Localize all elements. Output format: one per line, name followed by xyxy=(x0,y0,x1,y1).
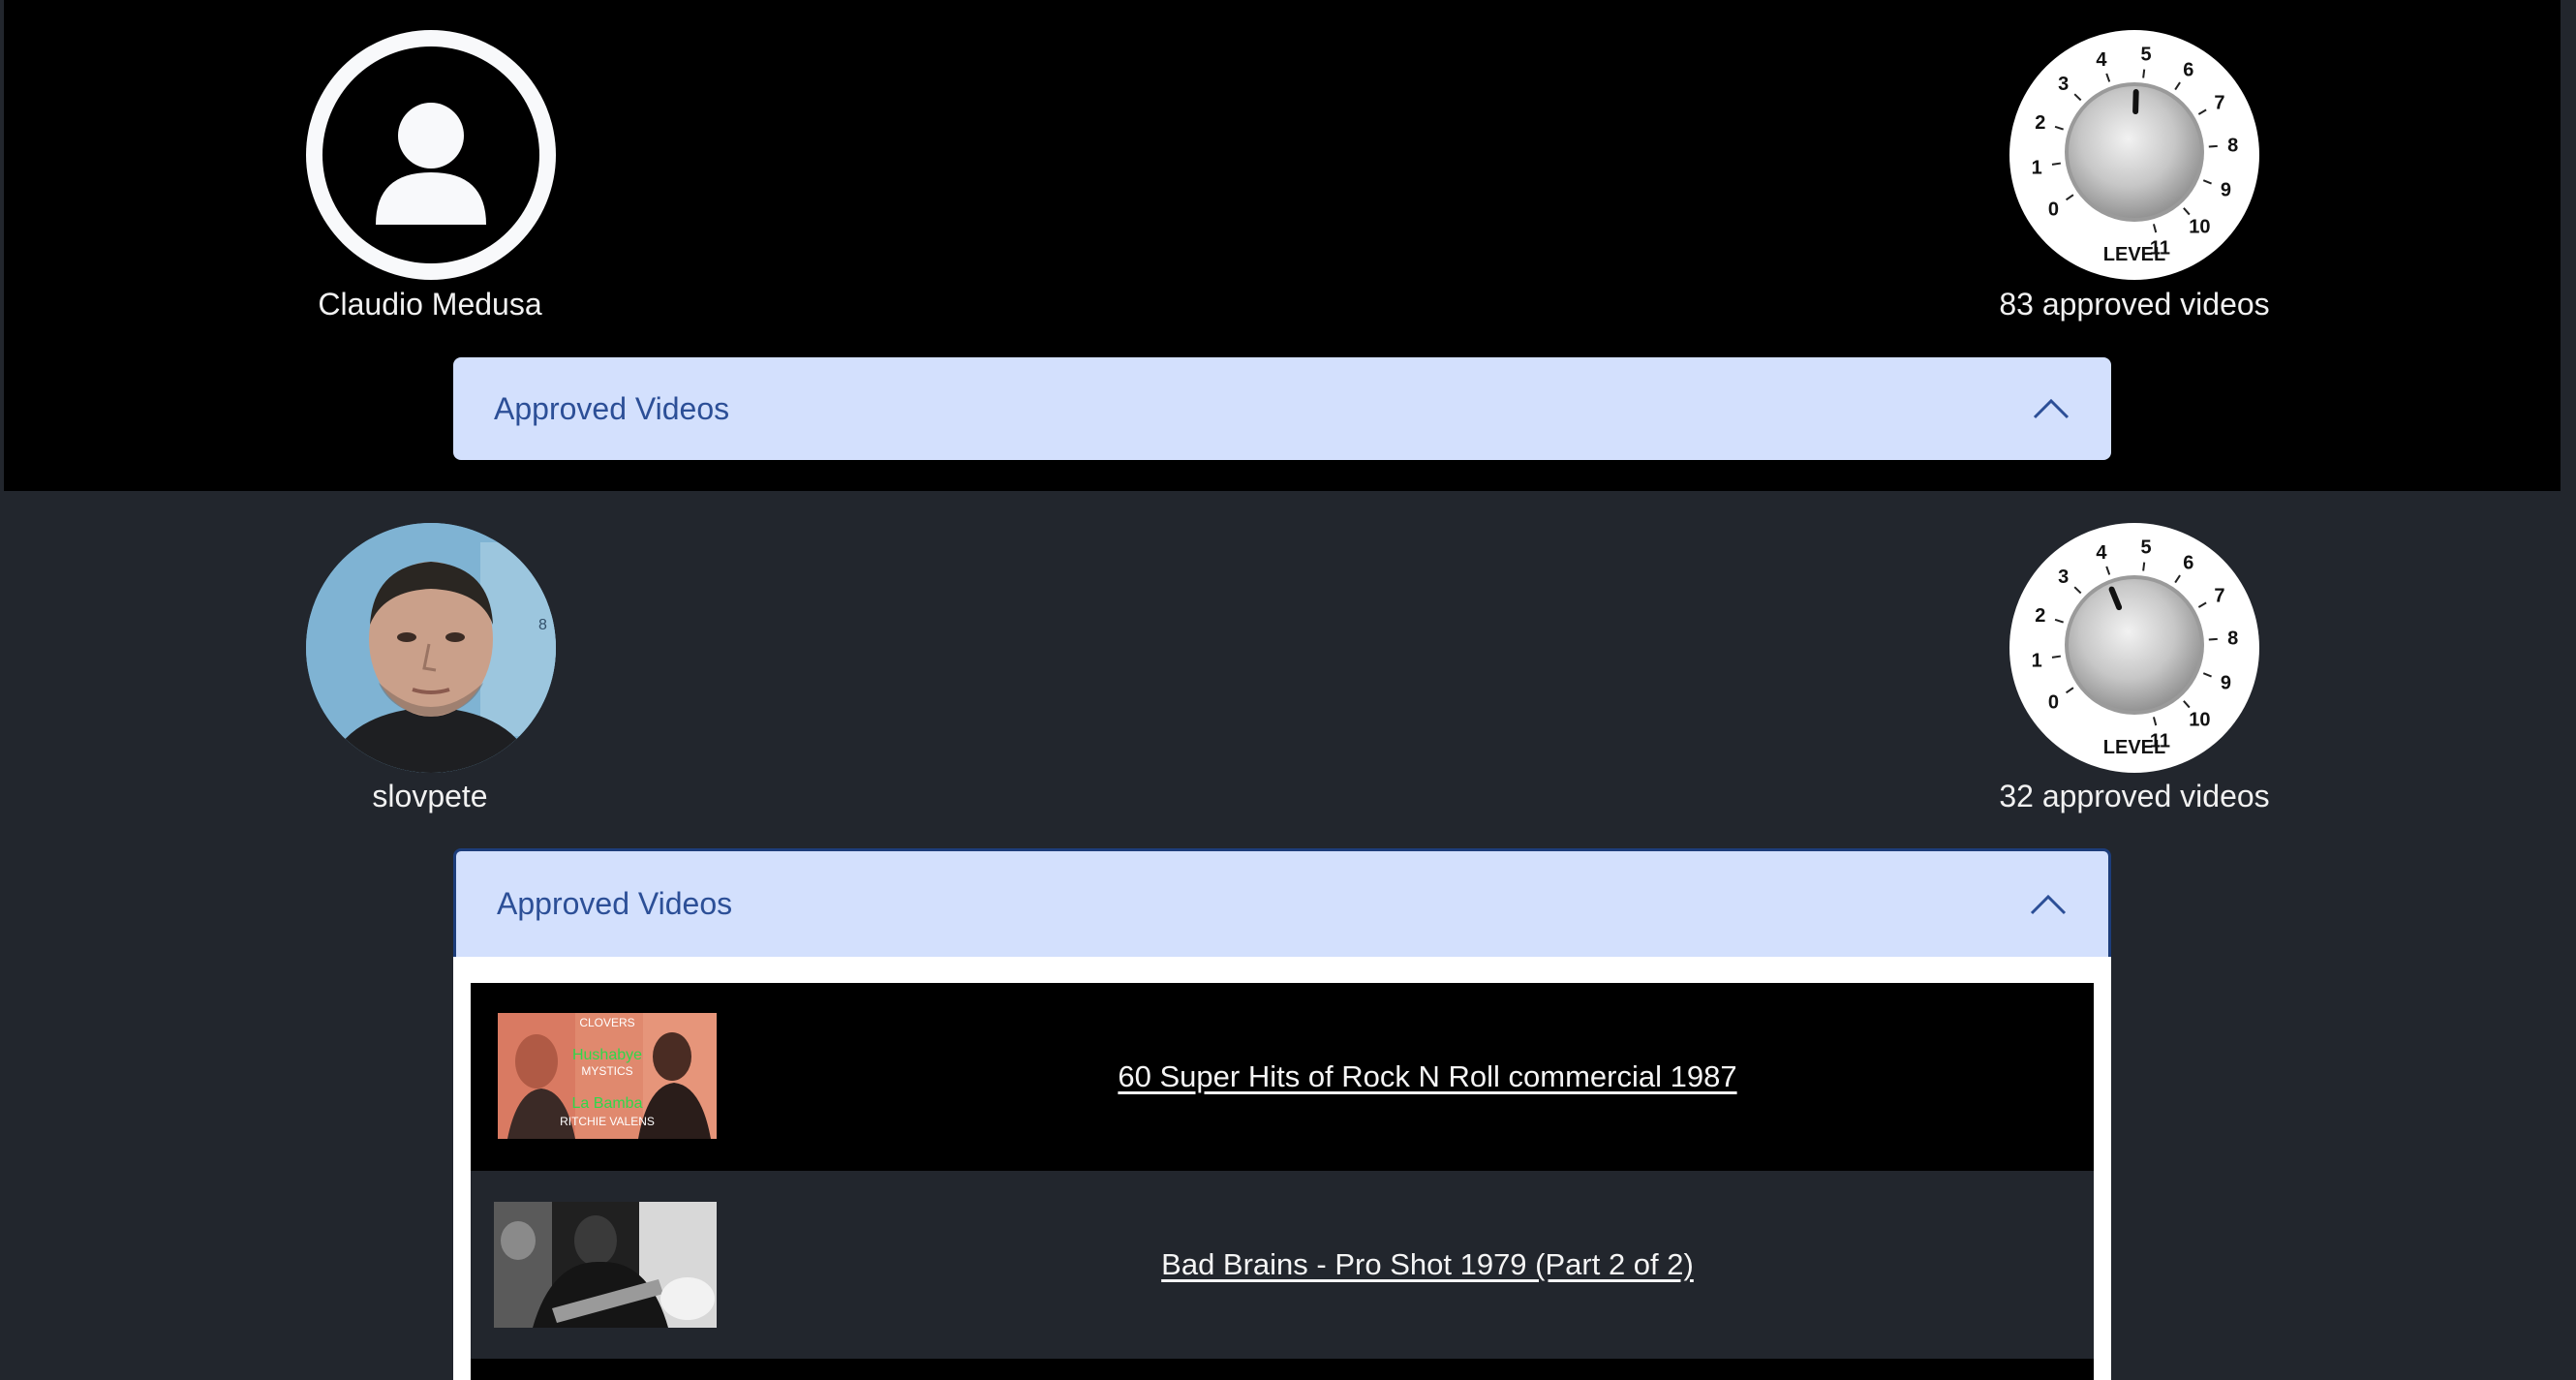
level-knob: 0 1 2 3 4 5 6 7 8 9 10 11 LEVEL xyxy=(2009,30,2259,280)
knob-tick xyxy=(2183,700,2191,709)
knob-tick xyxy=(2073,586,2082,595)
knob-tick xyxy=(2174,574,2181,584)
knob-tick-label: 1 xyxy=(2032,650,2042,671)
video-thumbnail[interactable] xyxy=(494,1202,717,1328)
knob-tick xyxy=(2054,125,2064,131)
knob-tick-label: 5 xyxy=(2141,45,2152,66)
knob-tick xyxy=(2174,81,2181,91)
knob-tick xyxy=(2065,194,2074,201)
knob-tick xyxy=(2202,179,2212,185)
knob-tick xyxy=(2152,224,2158,233)
chevron-up-icon xyxy=(2032,389,2070,428)
accordion-label: Approved Videos xyxy=(497,886,733,921)
approved-count: 32 approved videos xyxy=(1999,779,2270,813)
thumb-text: RITCHIE VALENS xyxy=(560,1115,655,1128)
thumb-text: Hushabye xyxy=(572,1047,642,1063)
knob-tick-label: 6 xyxy=(2183,60,2193,81)
approved-videos-accordion-toggle[interactable]: Approved Videos xyxy=(453,357,2111,460)
video-row[interactable] xyxy=(471,1359,2094,1380)
knob-label: LEVEL xyxy=(2103,737,2165,758)
approved-videos-accordion-toggle[interactable]: Approved Videos xyxy=(453,848,2111,957)
knob-tick xyxy=(2065,687,2074,694)
knob-tick-label: 0 xyxy=(2048,692,2059,714)
knob-tick-label: 9 xyxy=(2221,180,2231,201)
knob-tick-label: 8 xyxy=(2227,629,2238,650)
knob-tick xyxy=(2142,562,2146,571)
knob-tick-label: 0 xyxy=(2048,199,2059,221)
knob-tick-label: 10 xyxy=(2189,710,2210,731)
approved-videos-list-panel: CLOVERS Hushabye MYSTICS La Bamba RITCHI… xyxy=(453,957,2111,1380)
knob-label: LEVEL xyxy=(2103,244,2165,265)
knob-tick xyxy=(2208,144,2218,148)
thumb-text: La Bamba xyxy=(572,1095,643,1112)
knob-tick xyxy=(2051,655,2062,659)
knob-tick-label: 3 xyxy=(2058,74,2069,95)
user-name: slovpete xyxy=(372,779,488,813)
knob-tick xyxy=(2105,566,2111,575)
knob-face xyxy=(2069,579,2200,711)
chevron-up-icon xyxy=(2029,885,2068,924)
knob-tick xyxy=(2197,108,2207,115)
knob-tick-label: 6 xyxy=(2183,553,2193,574)
video-row[interactable]: CLOVERS Hushabye MYSTICS La Bamba RITCHI… xyxy=(471,983,2094,1171)
knob-tick-label: 1 xyxy=(2032,157,2042,178)
page: Claudio Medusa 0 1 2 3 4 5 6 7 8 9 10 11 LEVEL 83 ap… xyxy=(0,0,2576,1380)
video-thumbnail[interactable]: CLOVERS Hushabye MYSTICS La Bamba RITCHI… xyxy=(498,1013,717,1139)
knob-tick-label: 2 xyxy=(2035,112,2045,134)
avatar[interactable]: 8 xyxy=(306,523,556,773)
user-silhouette-icon[interactable] xyxy=(306,30,556,280)
knob-tick xyxy=(2197,601,2207,608)
approved-count: 83 approved videos xyxy=(1999,287,2270,322)
knob-tick xyxy=(2054,618,2064,624)
knob-tick xyxy=(2202,672,2212,678)
knob-tick-label: 7 xyxy=(2214,585,2224,606)
user-name: Claudio Medusa xyxy=(318,287,542,322)
accordion-label: Approved Videos xyxy=(494,390,730,426)
knob-tick-label: 3 xyxy=(2058,567,2069,588)
knob-tick xyxy=(2183,207,2191,216)
knob-tick xyxy=(2105,73,2111,82)
level-knob: 0 1 2 3 4 5 6 7 8 9 10 11 LEVEL xyxy=(2009,523,2259,773)
knob-tick xyxy=(2073,93,2082,102)
video-title-link[interactable]: 60 Super Hits of Rock N Roll commercial … xyxy=(761,1059,2094,1094)
knob-tick-label: 4 xyxy=(2096,542,2107,564)
knob-tick xyxy=(2208,637,2218,641)
knob-tick-label: 7 xyxy=(2214,92,2224,113)
thumb-text: CLOVERS xyxy=(579,1016,634,1029)
knob-tick-label: 5 xyxy=(2141,537,2152,559)
video-title-link[interactable]: Bad Brains - Pro Shot 1979 (Part 2 of 2) xyxy=(761,1247,2094,1282)
knob-pointer xyxy=(2132,89,2139,115)
knob-tick xyxy=(2051,162,2062,166)
svg-text:8: 8 xyxy=(538,617,547,633)
knob-tick-label: 10 xyxy=(2189,217,2210,238)
knob-tick-label: 9 xyxy=(2221,673,2231,694)
video-list: CLOVERS Hushabye MYSTICS La Bamba RITCHI… xyxy=(471,983,2094,1380)
knob-tick-label: 4 xyxy=(2096,49,2107,71)
knob-tick-label: 2 xyxy=(2035,605,2045,627)
video-row[interactable]: Bad Brains - Pro Shot 1979 (Part 2 of 2) xyxy=(471,1171,2094,1359)
knob-tick-label: 8 xyxy=(2227,136,2238,157)
knob-tick xyxy=(2142,69,2146,78)
knob-tick xyxy=(2152,717,2158,726)
thumb-text: MYSTICS xyxy=(581,1064,632,1078)
